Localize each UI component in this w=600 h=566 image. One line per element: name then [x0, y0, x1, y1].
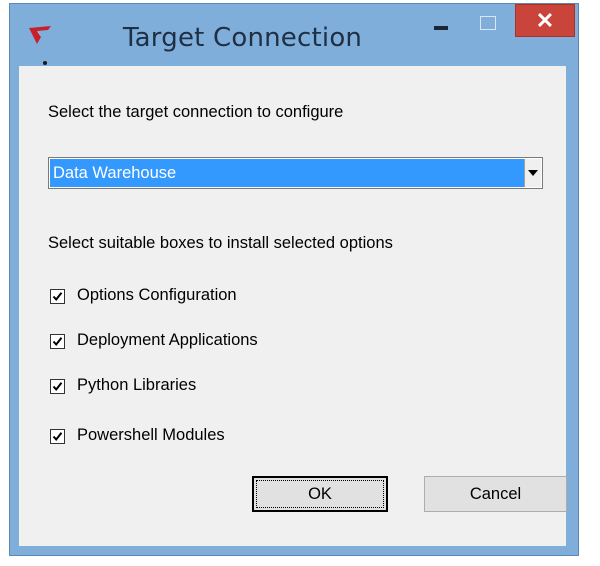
- checkmark-icon: [52, 432, 63, 442]
- window-title: Target Connection: [122, 23, 363, 53]
- powershell-modules-checkbox[interactable]: [50, 429, 65, 444]
- minimize-icon[interactable]: [418, 8, 464, 38]
- options-prompt: Select suitable boxes to install selecte…: [48, 234, 393, 252]
- option-label: Options Configuration: [77, 286, 237, 304]
- cancel-button-label: Cancel: [469, 485, 522, 503]
- dialog-body: Select the target connection to configur…: [19, 66, 567, 546]
- maximize-icon[interactable]: [465, 8, 511, 38]
- option-label: Python Libraries: [77, 376, 197, 394]
- checkmark-icon: [52, 292, 63, 302]
- option-label: Deployment Applications: [77, 331, 258, 349]
- python-libraries-checkbox[interactable]: [50, 379, 65, 394]
- connection-select[interactable]: Data Warehouse: [48, 157, 543, 189]
- focus-rectangle: [256, 480, 384, 508]
- options-configuration-checkbox[interactable]: [50, 289, 65, 304]
- ok-button[interactable]: OK: [252, 476, 388, 512]
- connection-selected-value[interactable]: Data Warehouse: [50, 159, 524, 187]
- close-icon[interactable]: ✕: [515, 4, 575, 37]
- checkmark-icon: [52, 382, 63, 392]
- chevron-down-icon[interactable]: [524, 159, 541, 187]
- cancel-button[interactable]: Cancel: [424, 476, 567, 512]
- target-connection-dialog: Target Connection ✕ Select the target co…: [9, 3, 579, 556]
- connection-prompt: Select the target connection to configur…: [48, 103, 344, 121]
- checkmark-icon: [52, 337, 63, 347]
- option-label: Powershell Modules: [77, 426, 225, 444]
- app-icon-marker: [43, 61, 47, 65]
- deployment-applications-checkbox[interactable]: [50, 334, 65, 349]
- title-bar[interactable]: Target Connection ✕: [10, 4, 578, 65]
